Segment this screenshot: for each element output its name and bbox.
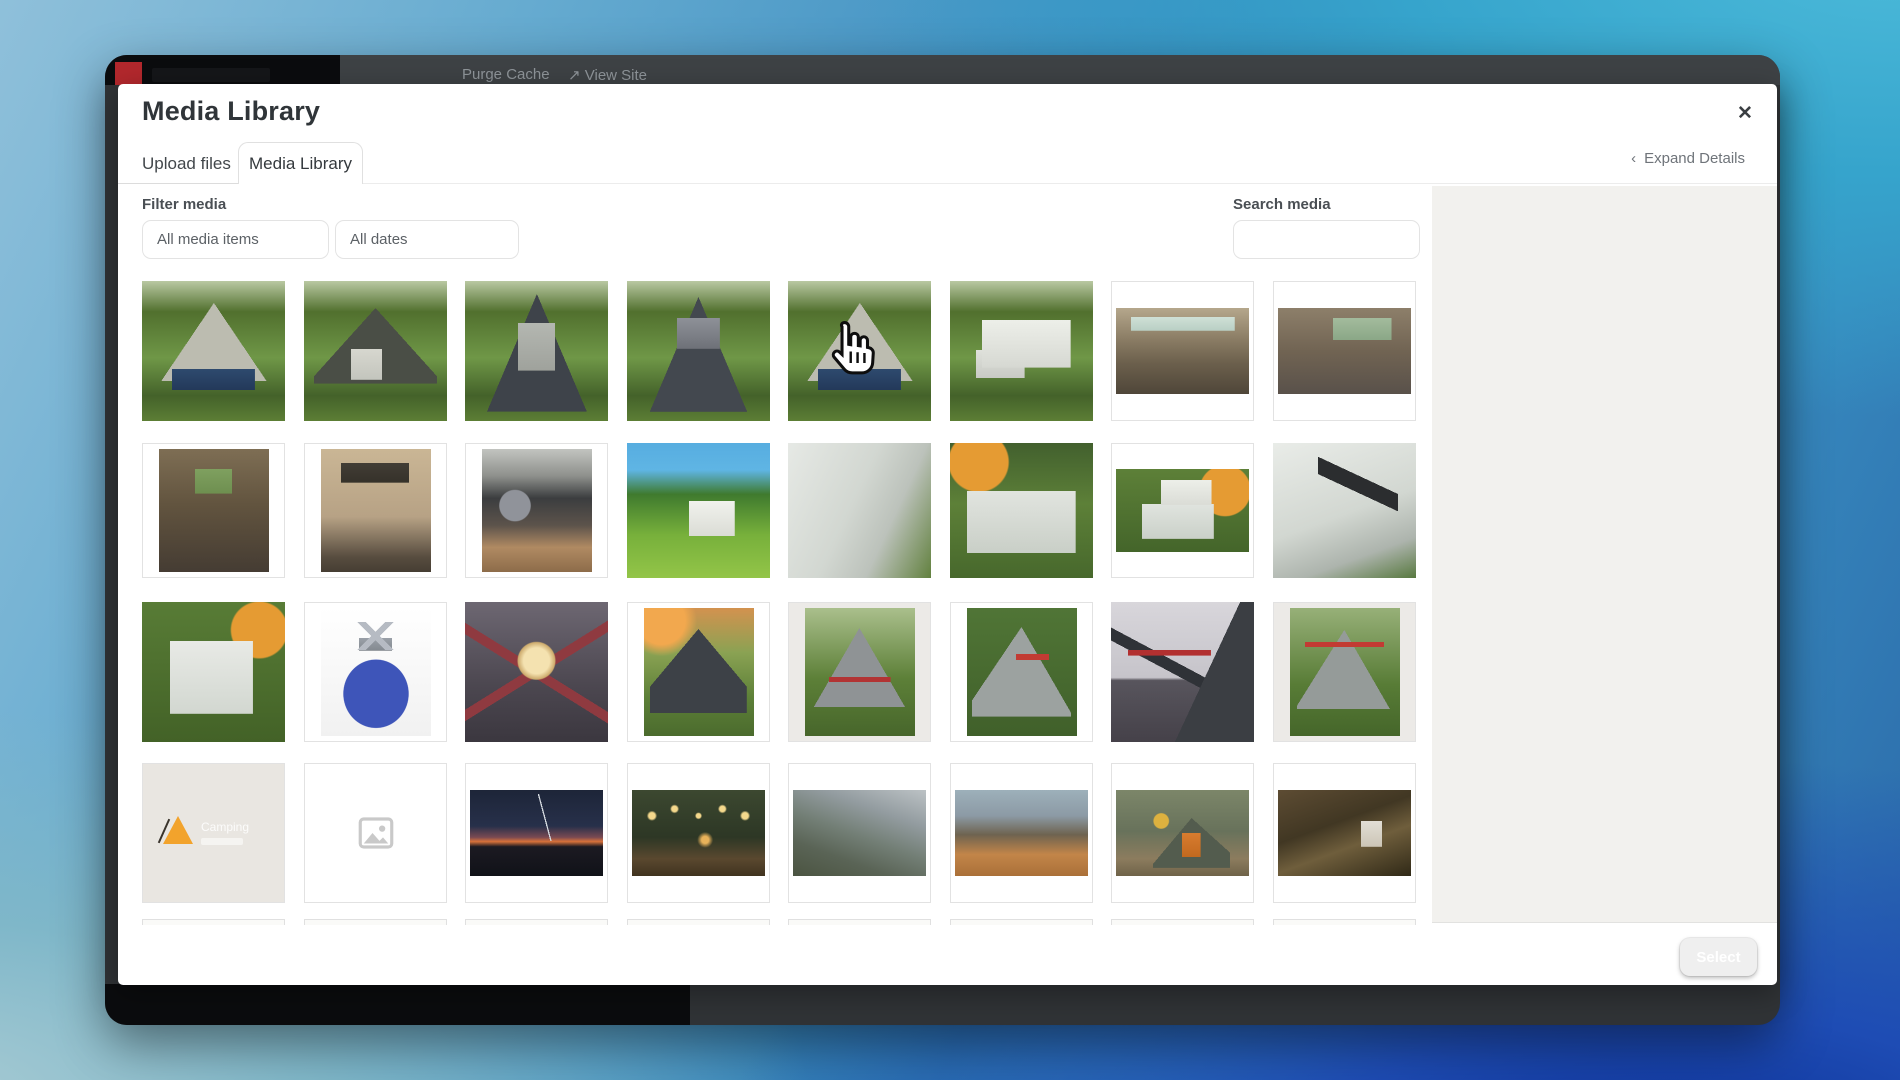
media-item-cabin-tent-red-trim[interactable] <box>788 602 931 742</box>
desktop-wallpaper: Purge Cache ↗ View Site Media Library ✕ … <box>0 0 1900 1080</box>
thumbnail-image <box>1290 608 1400 736</box>
thumbnail-image <box>482 449 592 572</box>
media-item-tent-lantern[interactable] <box>465 602 608 742</box>
logo-text: Camping <box>201 820 249 834</box>
media-item-partial[interactable] <box>1273 919 1416 925</box>
media-item-cooler-open-tent[interactable] <box>1111 443 1254 578</box>
logo-subtext <box>201 838 243 845</box>
thumbnail-image <box>1116 790 1249 876</box>
thumbnail-image <box>632 790 765 876</box>
media-item-rv-interior-sofa[interactable] <box>1273 281 1416 421</box>
tent-logo-icon <box>163 816 193 844</box>
media-item-shower-tent-open[interactable] <box>627 281 770 421</box>
thumbnail-image <box>644 608 754 736</box>
media-item-camper-trailer-field[interactable] <box>627 443 770 578</box>
media-item-dome-tent-gray[interactable] <box>304 281 447 421</box>
media-item-mountain-hiker[interactable] <box>788 763 931 903</box>
media-item-partial[interactable] <box>1111 919 1254 925</box>
admin-footer-dimmed <box>105 984 690 1025</box>
site-logo <box>115 62 142 85</box>
thumbnail-image <box>805 608 915 736</box>
media-item-forest-stream-person[interactable] <box>1273 763 1416 903</box>
wp-admin-bar: Purge Cache ↗ View Site <box>340 55 1780 85</box>
thumbnail-image <box>1278 308 1411 394</box>
thumbnail-image <box>955 790 1088 876</box>
select-button[interactable]: Select <box>1680 938 1757 976</box>
thumbnail-image <box>159 449 269 572</box>
media-item-partial[interactable] <box>788 919 931 925</box>
media-item-string-lights-camp[interactable] <box>627 763 770 903</box>
thumbnail-image <box>1116 308 1249 394</box>
external-arrow-icon: ↗ <box>568 67 581 84</box>
media-item-camper-bed[interactable] <box>304 443 447 578</box>
view-site-link[interactable]: ↗ View Site <box>568 66 647 84</box>
media-item-tent-blue-canopy-2[interactable] <box>788 281 931 421</box>
media-item-tent-interior[interactable] <box>1111 602 1254 742</box>
media-item-cooler-closeup[interactable] <box>788 443 931 578</box>
media-item-cooler-handle[interactable] <box>1273 443 1416 578</box>
media-item-cabin-tent-red-trim-2[interactable] <box>1273 602 1416 742</box>
media-item-partial[interactable] <box>142 919 285 925</box>
media-item-truck-camper[interactable] <box>950 281 1093 421</box>
site-name-dimmed <box>152 68 270 82</box>
media-item-partial[interactable] <box>627 919 770 925</box>
thumbnail-image <box>470 790 603 876</box>
media-item-car-dashboard[interactable] <box>465 443 608 578</box>
thumbnail-image <box>1278 790 1411 876</box>
thumbnail-image <box>967 608 1077 736</box>
media-item-shower-tent-closed[interactable] <box>465 281 608 421</box>
media-grid: Camping <box>118 84 1777 985</box>
media-item-rv-interior-front[interactable] <box>1111 281 1254 421</box>
image-placeholder-icon <box>355 812 397 854</box>
thumbnail-image <box>321 608 431 736</box>
media-item-image-placeholder[interactable] <box>304 763 447 903</box>
media-item-partial[interactable] <box>304 919 447 925</box>
media-item-night-telescope-camp[interactable] <box>465 763 608 903</box>
thumbnail-image <box>1116 469 1249 551</box>
media-item-tent-blue-canopy[interactable] <box>142 281 285 421</box>
thumbnail-image <box>793 790 926 876</box>
media-item-cabin-tent-aerial[interactable] <box>950 602 1093 742</box>
media-item-rv-dinette[interactable] <box>142 443 285 578</box>
media-item-partial[interactable] <box>465 919 608 925</box>
purge-cache-link[interactable]: Purge Cache <box>462 66 550 83</box>
media-library-modal: Media Library ✕ Upload files Media Libra… <box>118 84 1777 985</box>
media-item-autumn-hikers[interactable] <box>950 763 1093 903</box>
thumbnail-image <box>321 449 431 572</box>
media-item-screen-tent-sunset[interactable] <box>627 602 770 742</box>
media-item-cooler-open-tent-2[interactable] <box>142 602 285 742</box>
media-item-camp-stove-canister[interactable] <box>304 602 447 742</box>
media-item-partial[interactable] <box>950 919 1093 925</box>
media-item-cooler-orange-tent[interactable] <box>950 443 1093 578</box>
media-item-tent-campers-yellow[interactable] <box>1111 763 1254 903</box>
media-item-camping-logo-placeholder[interactable]: Camping <box>142 763 285 903</box>
